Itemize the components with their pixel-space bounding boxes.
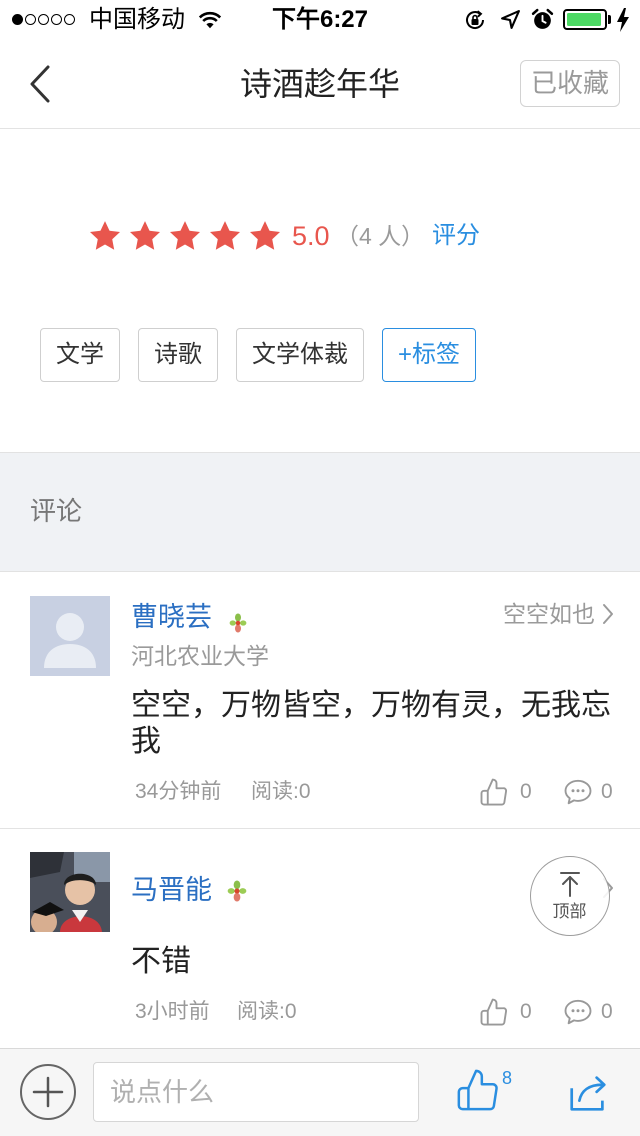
back-to-top-button[interactable]: 顶部 — [530, 856, 610, 936]
like-count: 0 — [520, 1000, 532, 1023]
reply-count: 0 — [601, 1000, 613, 1023]
flower-badge-icon — [227, 880, 247, 902]
author-school: 河北农业大学 — [131, 643, 269, 669]
rating-count: （4 人） — [336, 223, 425, 249]
comment-read-count: 阅读:0 — [251, 780, 311, 803]
tag-list: 文学 诗歌 文学体裁 +标签 — [40, 328, 477, 382]
comment-bubble-icon[interactable] — [563, 997, 593, 1027]
charging-bolt-icon — [617, 8, 629, 32]
comment-content: 空空，万物皆空，万物有灵，无我忘我 — [131, 689, 611, 758]
collect-button[interactable]: 已收藏 — [520, 60, 620, 107]
rating-score: 5.0 — [292, 221, 330, 251]
comment-time: 3小时前 — [135, 1000, 210, 1023]
author-signature[interactable]: 空空如也 — [503, 598, 595, 630]
comment-bubble-icon[interactable] — [563, 777, 593, 807]
nav-divider — [0, 128, 640, 129]
thumbs-up-icon[interactable] — [479, 777, 509, 807]
battery-level — [567, 13, 602, 26]
comments-header — [0, 452, 640, 572]
tag-chip[interactable]: 文学 — [40, 328, 120, 382]
back-to-top-label: 顶部 — [552, 902, 587, 921]
battery-icon — [563, 9, 607, 30]
thumbs-up-icon[interactable] — [479, 997, 509, 1027]
tag-chip[interactable]: 诗歌 — [138, 328, 218, 382]
comments-section-label: 评论 — [30, 496, 83, 526]
tag-chip[interactable]: 文学体裁 — [236, 328, 364, 382]
avatar[interactable] — [30, 596, 110, 676]
location-arrow-icon — [501, 10, 520, 29]
avatar[interactable] — [30, 852, 110, 932]
flower-badge-icon — [229, 613, 247, 633]
battery-nub — [608, 15, 611, 24]
star-icon — [129, 221, 161, 250]
add-tag-button[interactable]: +标签 — [382, 328, 477, 382]
star-icon — [209, 221, 241, 250]
rating-stars — [88, 219, 282, 253]
comment-author[interactable]: 马晋能 — [131, 873, 212, 907]
rotation-lock-icon — [466, 10, 485, 29]
share-icon[interactable] — [565, 1070, 611, 1116]
comment-time: 34分钟前 — [135, 780, 222, 803]
reply-count: 0 — [601, 780, 613, 803]
like-count: 0 — [520, 780, 532, 803]
arrow-up-icon — [560, 872, 580, 897]
comment-author[interactable]: 曹晓芸 — [131, 600, 212, 634]
comment-divider — [0, 828, 640, 829]
comment-content: 不错 — [131, 945, 191, 978]
star-icon — [249, 221, 281, 250]
star-icon — [89, 221, 121, 250]
total-like-count: 8 — [502, 1068, 513, 1088]
plus-circle-icon[interactable] — [19, 1063, 77, 1121]
thumbs-up-icon[interactable] — [455, 1067, 501, 1113]
comment-input[interactable] — [93, 1062, 419, 1122]
comment-read-count: 阅读:0 — [237, 1000, 297, 1023]
rate-link[interactable]: 评分 — [432, 219, 480, 253]
chevron-right-icon[interactable] — [601, 602, 615, 626]
alarm-icon — [531, 8, 554, 29]
star-icon — [169, 221, 201, 250]
